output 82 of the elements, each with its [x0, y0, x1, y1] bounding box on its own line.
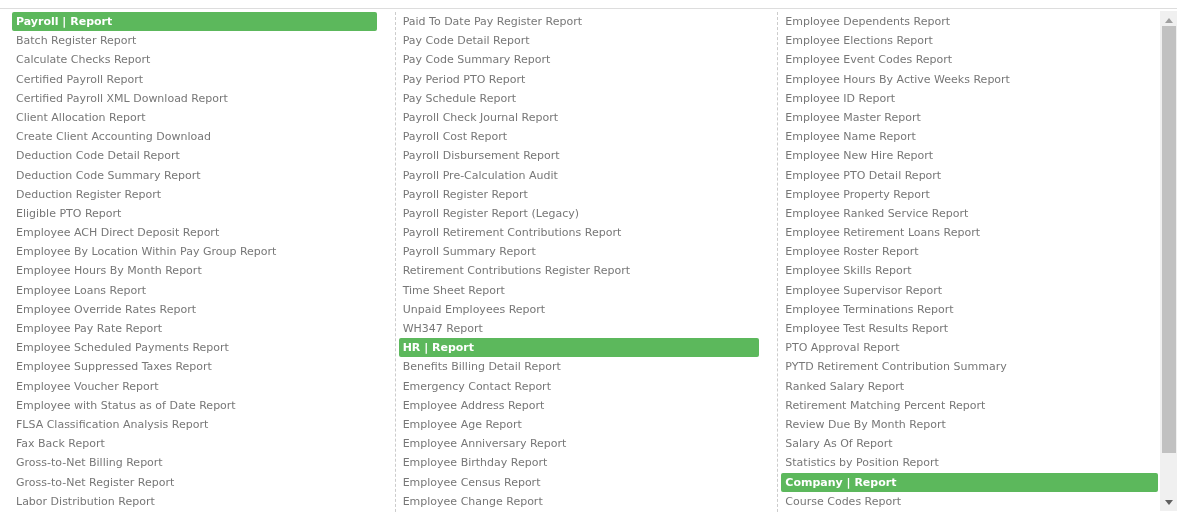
report-link[interactable]: Review Due By Month Report	[781, 414, 1158, 435]
report-link[interactable]: Employee Loans Report	[12, 280, 377, 300]
report-link[interactable]: Client Allocation Report	[12, 107, 377, 128]
report-link[interactable]: Payroll Summary Report	[398, 242, 760, 262]
report-link[interactable]: Employee Test Results Report	[781, 319, 1158, 339]
report-link[interactable]: Employee Event Codes Report	[781, 50, 1158, 70]
report-link[interactable]: Payroll Retirement Contributions Report	[398, 223, 760, 243]
report-link[interactable]: PTO Approval Report	[781, 338, 1158, 358]
report-link[interactable]: Employee Name Report	[781, 127, 1158, 147]
report-link[interactable]: Payroll Disbursement Report	[398, 146, 760, 166]
report-link[interactable]: Retirement Contributions Register Report	[398, 261, 760, 281]
report-link[interactable]: Deduction Register Report	[12, 184, 377, 204]
category-header: Payroll | Report	[12, 12, 377, 32]
scroll-thumb[interactable]	[1161, 26, 1176, 453]
report-link[interactable]: PYTD Retirement Contribution Summary	[781, 357, 1158, 377]
report-link[interactable]: Employee Anniversary Report	[398, 434, 760, 454]
report-link[interactable]: Employee Pay Rate Report	[12, 319, 377, 339]
category-header: Company | Report	[781, 472, 1158, 492]
report-link[interactable]: Salary As Of Report	[781, 434, 1158, 454]
report-link[interactable]: Employee Property Report	[781, 184, 1158, 204]
report-link[interactable]: Batch Register Report	[12, 31, 377, 51]
report-link[interactable]: WH347 Report	[398, 319, 760, 339]
report-link[interactable]: Employee Ranked Service Report	[781, 203, 1158, 224]
scroll-down-icon[interactable]	[1164, 500, 1173, 505]
report-link[interactable]: Pay Code Detail Report	[398, 31, 760, 51]
report-link[interactable]: Create Client Accounting Download	[12, 127, 377, 147]
report-link[interactable]: Employee Master Report	[781, 107, 1158, 128]
report-link[interactable]: Employee Terminations Report	[781, 299, 1158, 319]
report-link[interactable]: Employee ID Report	[781, 88, 1158, 108]
report-link[interactable]: Employee Census Report	[398, 472, 760, 492]
report-link[interactable]: Unpaid Employees Report	[398, 299, 760, 319]
report-link[interactable]: Employee Birthday Report	[398, 453, 760, 473]
report-link[interactable]: Employee Hours By Month Report	[12, 261, 377, 281]
report-link[interactable]: Employee Voucher Report	[12, 376, 377, 396]
report-link[interactable]: Pay Period PTO Report	[398, 69, 760, 89]
scroll-up-icon[interactable]	[1164, 18, 1173, 23]
report-link[interactable]: Ranked Salary Report	[781, 376, 1158, 396]
report-link[interactable]: Emergency Contact Report	[398, 376, 760, 396]
report-link[interactable]: Employee By Location Within Pay Group Report	[12, 242, 377, 262]
report-link[interactable]: Statistics by Position Report	[781, 453, 1158, 473]
report-link[interactable]: Certified Payroll Report	[12, 69, 377, 89]
report-link[interactable]: Employee Skills Report	[781, 261, 1158, 281]
report-link[interactable]: Retirement Matching Percent Report	[781, 395, 1158, 415]
report-link[interactable]: Employee Elections Report	[781, 31, 1158, 51]
report-link[interactable]: Employee with Status as of Date Report	[12, 395, 377, 415]
report-link[interactable]: Gross-to-Net Register Report	[12, 472, 377, 492]
report-link[interactable]: Employee Dependents Report	[781, 12, 1158, 32]
report-link[interactable]: Payroll Cost Report	[398, 127, 760, 147]
report-link[interactable]: Employee Override Rates Report	[12, 299, 377, 319]
report-link[interactable]: Employee Address Report	[398, 395, 760, 415]
report-link[interactable]: Payroll Check Journal Report	[398, 107, 760, 128]
scrollbar[interactable]	[1160, 11, 1177, 511]
report-link[interactable]: Labor Distribution Report	[12, 491, 377, 511]
report-link[interactable]: Employee Scheduled Payments Report	[12, 338, 377, 358]
report-link[interactable]: Employee ACH Direct Deposit Report	[12, 223, 377, 243]
report-link[interactable]: Time Sheet Report	[398, 280, 760, 300]
report-link[interactable]: Fax Back Report	[12, 434, 377, 454]
report-link[interactable]: Eligible PTO Report	[12, 203, 377, 224]
report-link[interactable]: Payroll Pre-Calculation Audit	[398, 165, 760, 185]
report-link[interactable]: Employee Suppressed Taxes Report	[12, 357, 377, 377]
category-header: HR | Report	[398, 338, 760, 358]
report-link[interactable]: Employee Hours By Active Weeks Report	[781, 69, 1158, 89]
report-link[interactable]: FLSA Classification Analysis Report	[12, 414, 377, 435]
report-link[interactable]: Paid To Date Pay Register Report	[398, 12, 760, 32]
report-link[interactable]: Employee Supervisor Report	[781, 280, 1158, 300]
report-link[interactable]: Employee New Hire Report	[781, 146, 1158, 166]
report-link[interactable]: Calculate Checks Report	[12, 50, 377, 70]
report-link[interactable]: Deduction Code Detail Report	[12, 146, 377, 166]
report-link[interactable]: Pay Schedule Report	[398, 88, 760, 108]
report-link[interactable]: Employee Change Report	[398, 491, 760, 511]
report-link[interactable]: Employee Age Report	[398, 414, 760, 435]
report-link[interactable]: Payroll Register Report (Legacy)	[398, 203, 760, 224]
report-link[interactable]: Course Codes Report	[781, 491, 1158, 511]
report-link[interactable]: Employee Retirement Loans Report	[781, 223, 1158, 243]
report-link[interactable]: Payroll Register Report	[398, 184, 760, 204]
report-link[interactable]: Benefits Billing Detail Report	[398, 357, 760, 377]
report-link[interactable]: Certified Payroll XML Download Report	[12, 88, 377, 108]
report-link[interactable]: Deduction Code Summary Report	[12, 165, 377, 185]
report-link[interactable]: Pay Code Summary Report	[398, 50, 760, 70]
report-link[interactable]: Employee Roster Report	[781, 242, 1158, 262]
report-link[interactable]: Employee PTO Detail Report	[781, 165, 1158, 185]
report-link[interactable]: Gross-to-Net Billing Report	[12, 453, 377, 473]
